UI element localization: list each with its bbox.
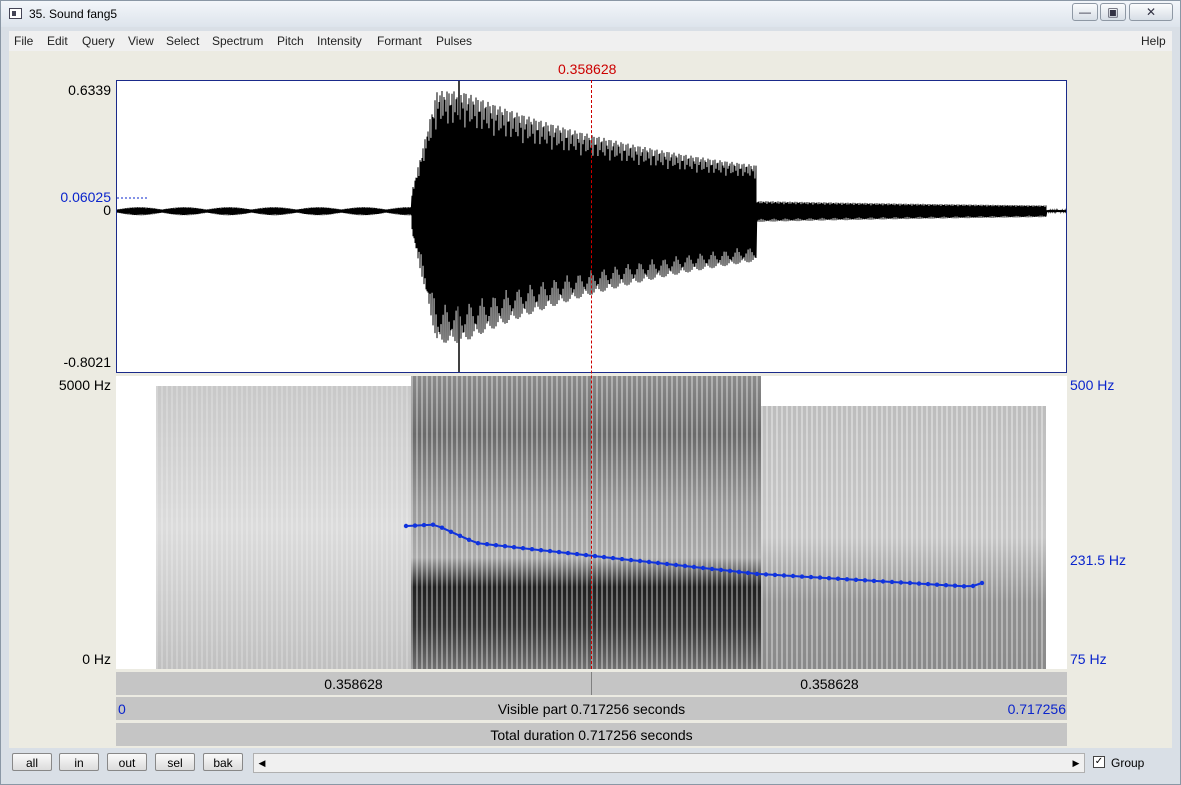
pitch-mid-label: 231.5 Hz: [1070, 552, 1127, 568]
zoom-out-button[interactable]: out: [107, 753, 147, 771]
menu-query[interactable]: Query: [82, 34, 115, 48]
total-duration-bar[interactable]: Total duration 0.717256 seconds: [116, 723, 1067, 746]
zoom-back-button[interactable]: bak: [203, 753, 243, 771]
maximize-button[interactable]: ▣: [1100, 3, 1126, 21]
menu-spectrum[interactable]: Spectrum: [212, 34, 263, 48]
pitch-min-label: 75 Hz: [1070, 651, 1107, 667]
right-segment-duration[interactable]: 0.358628: [592, 676, 1067, 692]
cursor-line: [591, 80, 592, 669]
waveform-zero-label: 0: [103, 202, 111, 218]
zoom-sel-button[interactable]: sel: [155, 753, 195, 771]
total-duration-label: Total duration 0.717256 seconds: [490, 727, 693, 743]
menu-view[interactable]: View: [128, 34, 154, 48]
window-title: 35. Sound fang5: [29, 7, 118, 21]
zoom-all-button[interactable]: all: [12, 753, 52, 771]
waveform-plot: [117, 81, 1066, 372]
close-button[interactable]: ✕: [1129, 3, 1173, 21]
menu-help[interactable]: Help: [1141, 34, 1166, 48]
freq-max-label: 5000 Hz: [58, 377, 111, 393]
menu-intensity[interactable]: Intensity: [317, 34, 362, 48]
menu-pulses[interactable]: Pulses: [436, 34, 472, 48]
menu-bar: File Edit Query View Select Spectrum Pit…: [9, 31, 1172, 51]
minimize-button[interactable]: —: [1072, 3, 1098, 21]
selection-time-bar[interactable]: 0.358628 0.358628: [116, 672, 1067, 695]
title-bar: 35. Sound fang5 — ▣ ✕: [1, 1, 1180, 27]
horizontal-scrollbar[interactable]: ◀ ▶: [253, 753, 1085, 773]
waveform-max-label: 0.6339: [68, 82, 111, 98]
pitch-max-label: 500 Hz: [1070, 377, 1115, 393]
scroll-right-icon[interactable]: ▶: [1070, 756, 1082, 770]
visible-part-label: Visible part 0.717256 seconds: [497, 701, 686, 717]
menu-pitch[interactable]: Pitch: [277, 34, 304, 48]
window-icon: [9, 8, 22, 19]
left-segment-duration[interactable]: 0.358628: [116, 676, 591, 692]
window-end-label: 0.717256: [1007, 701, 1066, 717]
freq-min-label: 0 Hz: [82, 651, 111, 667]
visible-part-bar[interactable]: 0 Visible part 0.717256 seconds 0.717256: [116, 697, 1067, 720]
menu-select[interactable]: Select: [166, 34, 199, 48]
scroll-left-icon[interactable]: ◀: [256, 756, 268, 770]
group-label: Group: [1111, 756, 1145, 770]
waveform-min-label: -0.8021: [63, 354, 111, 370]
menu-edit[interactable]: Edit: [47, 34, 68, 48]
praat-sound-editor-window: 35. Sound fang5 — ▣ ✕ File Edit Query Vi…: [0, 0, 1181, 785]
zoom-in-button[interactable]: in: [59, 753, 99, 771]
menu-file[interactable]: File: [14, 34, 33, 48]
cursor-time-label: 0.358628: [558, 61, 617, 77]
group-checkbox[interactable]: ✓: [1093, 756, 1105, 768]
menu-formant[interactable]: Formant: [377, 34, 422, 48]
